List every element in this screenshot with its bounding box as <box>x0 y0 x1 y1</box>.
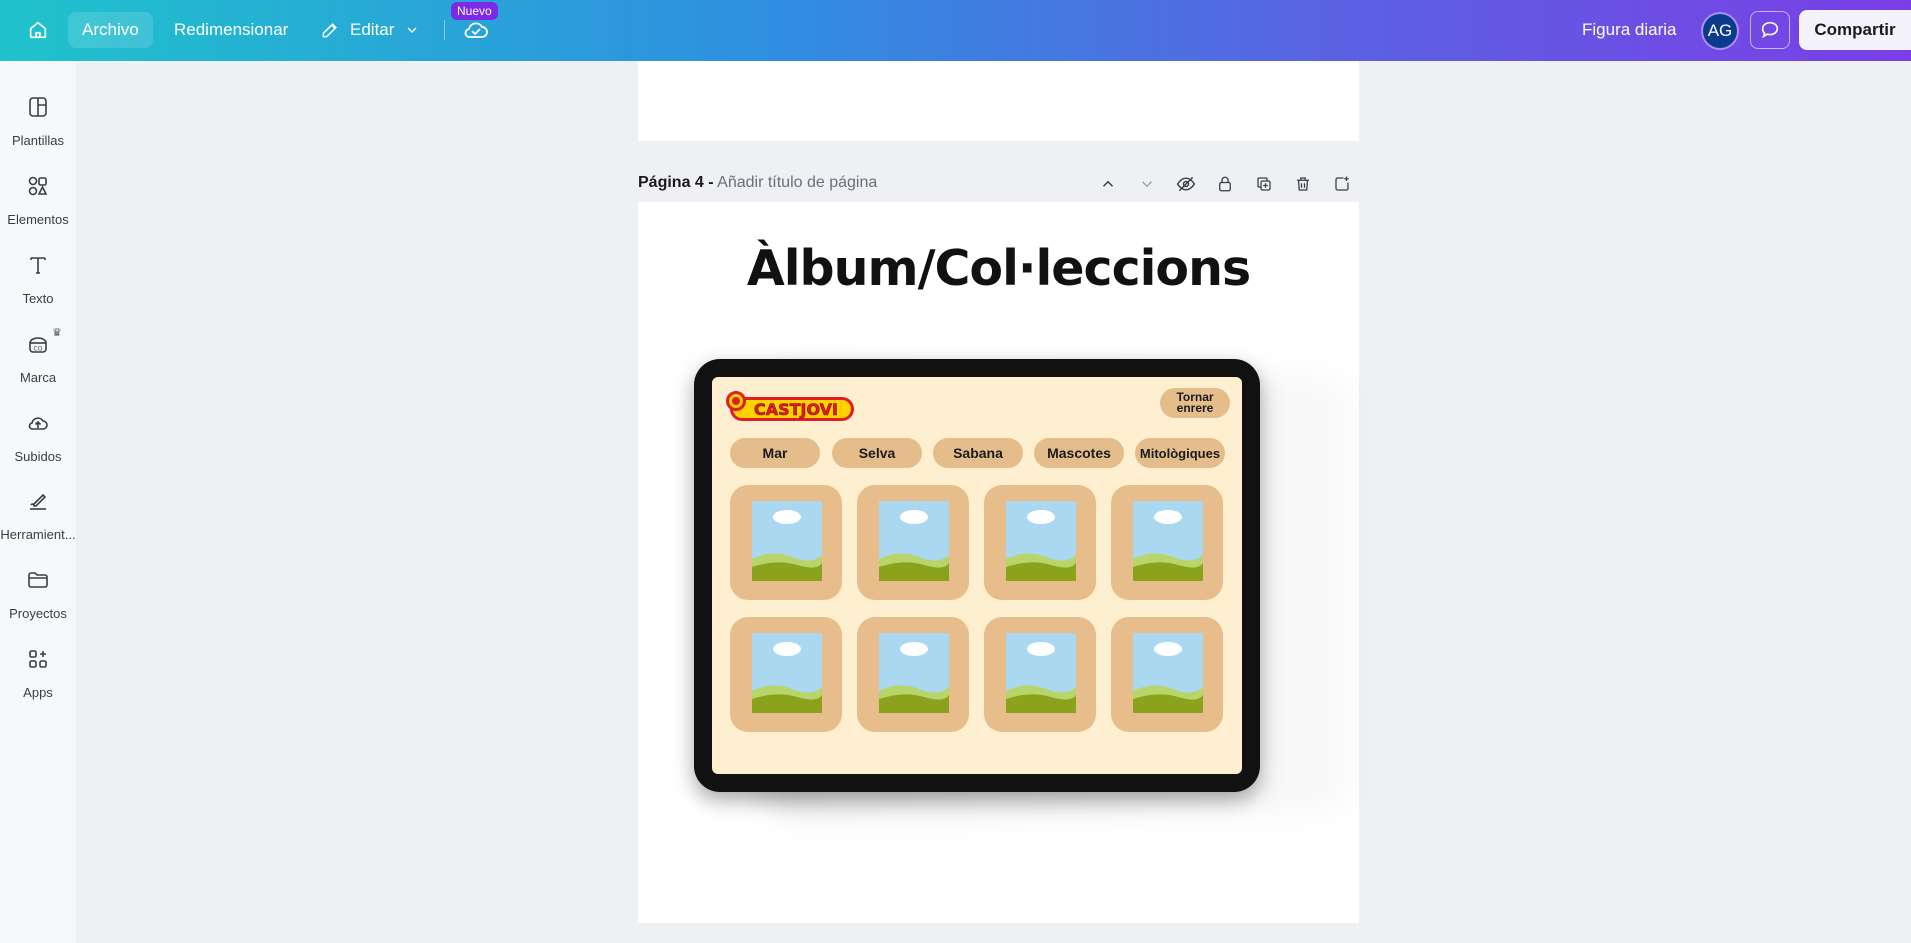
sidebar-item-label: Subidos <box>14 449 62 464</box>
collection-card[interactable] <box>984 617 1096 732</box>
category-tab-savanna[interactable]: Sabana <box>933 438 1023 468</box>
back-button[interactable]: Tornar enrere <box>1160 388 1230 418</box>
collection-card[interactable] <box>730 485 842 600</box>
uploads-icon <box>28 417 48 430</box>
collection-card[interactable] <box>857 485 969 600</box>
svg-text:CO: CO <box>34 346 43 353</box>
brand-icon: CO <box>29 337 47 353</box>
top-toolbar: Archivo Redimensionar Editar Nuevo Figur… <box>0 0 1911 61</box>
collection-card[interactable] <box>1111 485 1223 600</box>
image-placeholder-icon <box>1133 501 1203 581</box>
new-badge: Nuevo <box>451 2 498 20</box>
share-button[interactable]: Compartir <box>1799 10 1911 50</box>
eye-off-icon <box>1176 176 1196 192</box>
collection-card[interactable] <box>1111 617 1223 732</box>
sidebar-item-uploads[interactable]: Subidos <box>0 401 76 471</box>
text-icon <box>30 257 46 274</box>
page-title-placeholder[interactable]: Añadir título de página <box>717 174 877 191</box>
pencil-icon <box>322 23 337 38</box>
move-page-up-button[interactable] <box>1096 172 1120 196</box>
collection-card[interactable] <box>730 617 842 732</box>
page-header: Página 4 - Añadir título de página <box>638 170 1359 198</box>
apps-icon <box>29 650 47 668</box>
sidebar-item-projects[interactable]: Proyectos <box>0 558 76 628</box>
tools-icon <box>30 493 47 510</box>
castjovi-logo-graphic: CASTJOVI <box>726 391 854 421</box>
lock-icon <box>1219 176 1231 192</box>
add-page-icon <box>1335 176 1349 191</box>
page-heading[interactable]: Àlbum/Col·leccions <box>638 240 1359 297</box>
category-tab-mythological[interactable]: Mitològiques <box>1135 438 1225 468</box>
sidebar-item-elements[interactable]: Elementos <box>0 164 76 234</box>
sidebar-item-tools[interactable]: Herramient... <box>0 479 76 549</box>
image-placeholder-icon <box>1006 633 1076 713</box>
page-title[interactable]: Página 4 - Añadir título de página <box>638 174 877 192</box>
duplicate-page-button[interactable] <box>1252 172 1276 196</box>
category-tab-jungle[interactable]: Selva <box>832 438 922 468</box>
crown-icon: ♛ <box>52 327 62 339</box>
trash-icon <box>1297 177 1309 191</box>
resize-label: Redimensionar <box>174 20 289 39</box>
chevron-up-icon <box>1102 180 1114 187</box>
sidebar-item-label: Marca <box>19 370 57 385</box>
file-menu-label: Archivo <box>82 20 139 39</box>
tablet-mockup[interactable]: CASTJOVI Tornar enrere Mar Selva Sabana … <box>694 359 1260 792</box>
image-placeholder-icon <box>879 633 949 713</box>
folder-icon <box>28 572 48 588</box>
sidebar-item-templates[interactable]: Plantillas <box>0 85 76 155</box>
category-tab-sea[interactable]: Mar <box>730 438 820 468</box>
cloud-check-icon <box>464 22 488 38</box>
sidebar-item-label: Elementos <box>7 212 69 227</box>
lock-page-button[interactable] <box>1213 172 1237 196</box>
add-page-button[interactable] <box>1330 172 1354 196</box>
image-placeholder-icon <box>1006 501 1076 581</box>
image-placeholder-icon <box>752 501 822 581</box>
castjovi-logo: CASTJOVI <box>726 391 856 423</box>
collection-card[interactable] <box>984 485 1096 600</box>
sidebar-item-label: Texto <box>22 291 54 306</box>
page-number-label: Página 4 - <box>638 174 714 191</box>
toolbar-divider <box>444 20 445 40</box>
image-placeholder-icon <box>1133 633 1203 713</box>
chevron-down-icon <box>407 27 417 33</box>
edit-menu-label: Editar <box>350 20 395 39</box>
delete-page-button[interactable] <box>1291 172 1315 196</box>
chevron-down-icon <box>1141 181 1153 188</box>
edit-menu-button[interactable]: Editar <box>306 12 434 48</box>
left-sidebar: Plantillas Elementos Texto ♛ CO Marca Su… <box>0 61 76 943</box>
templates-icon <box>29 97 47 117</box>
sidebar-item-apps[interactable]: Apps <box>0 637 76 707</box>
comments-button[interactable] <box>1750 11 1790 49</box>
collection-card[interactable] <box>857 617 969 732</box>
image-placeholder-icon <box>752 633 822 713</box>
logo-text: CASTJOVI <box>754 400 838 419</box>
previous-page[interactable] <box>638 61 1359 141</box>
home-icon <box>29 21 47 39</box>
sidebar-item-label: Proyectos <box>9 606 67 621</box>
sidebar-item-label: Herramient... <box>0 527 76 542</box>
comment-icon <box>1761 21 1779 39</box>
sidebar-item-label: Apps <box>23 685 53 700</box>
resize-button[interactable]: Redimensionar <box>160 12 302 48</box>
tablet-screen: CASTJOVI Tornar enrere Mar Selva Sabana … <box>712 377 1242 774</box>
design-page[interactable]: Àlbum/Col·leccions CASTJOVI Tornar enrer… <box>638 202 1359 923</box>
category-tab-pets[interactable]: Mascotes <box>1034 438 1124 468</box>
move-page-down-button[interactable] <box>1135 172 1159 196</box>
home-button[interactable] <box>18 12 58 48</box>
image-placeholder-icon <box>879 501 949 581</box>
file-menu-button[interactable]: Archivo <box>68 12 153 48</box>
hide-page-button[interactable] <box>1174 172 1198 196</box>
sidebar-item-brand[interactable]: ♛ CO Marca <box>0 322 76 392</box>
avatar[interactable]: AG <box>1703 14 1737 48</box>
sidebar-item-label: Plantillas <box>11 133 65 148</box>
duplicate-icon <box>1257 177 1271 191</box>
sidebar-item-text[interactable]: Texto <box>0 243 76 313</box>
document-title[interactable]: Figura diaria <box>1568 12 1691 48</box>
elements-icon <box>28 176 48 196</box>
